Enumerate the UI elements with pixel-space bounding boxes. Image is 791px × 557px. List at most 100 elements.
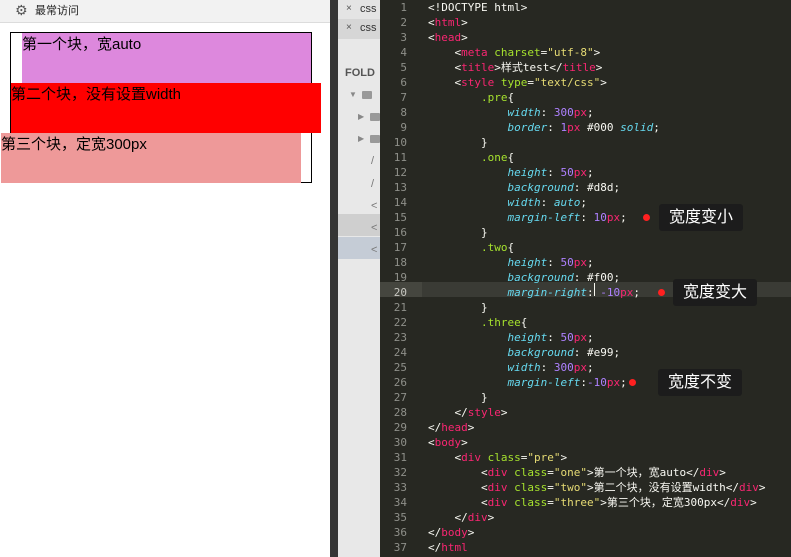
- gear-icon[interactable]: ⚙: [15, 2, 28, 20]
- code-line[interactable]: <div class="three">第三个块，定宽300px</div>: [428, 495, 757, 510]
- code-line[interactable]: height: 50px;: [428, 165, 593, 180]
- line-number: 29: [393, 421, 407, 434]
- annotation-label: 宽度变大: [673, 279, 758, 306]
- annotation-dot: [658, 289, 665, 296]
- code-line[interactable]: </div>: [428, 510, 494, 525]
- line-number: 17: [393, 241, 407, 254]
- line-number: 4: [400, 46, 407, 59]
- line-number: 16: [393, 226, 407, 239]
- code-line[interactable]: width: 300px;: [428, 105, 593, 120]
- annotation-dot: [643, 214, 650, 221]
- file-row[interactable]: /: [371, 155, 374, 167]
- file-row[interactable]: <: [371, 200, 377, 212]
- bookmark-most-visited[interactable]: 最常访问: [35, 4, 79, 18]
- line-number: 7: [400, 91, 407, 104]
- code-line[interactable]: .pre{: [428, 90, 514, 105]
- close-icon[interactable]: ×: [346, 22, 352, 33]
- folders-heading: FOLD: [345, 67, 375, 79]
- folder-icon[interactable]: [370, 135, 380, 143]
- code-line[interactable]: </style>: [428, 405, 507, 420]
- window-divider: [330, 0, 338, 557]
- line-number: 20: [393, 286, 407, 299]
- code-line[interactable]: <div class="pre">: [428, 450, 567, 465]
- block-one-text: 第一个块，宽auto: [22, 36, 142, 53]
- line-number: 14: [393, 196, 407, 209]
- code-line[interactable]: height: 50px;: [428, 255, 593, 270]
- file-row[interactable]: /: [371, 178, 374, 190]
- code-editor[interactable]: 1 2 3 4 5 6 7 8 9 10 11 12 13 14 15 16 17 18 19 20 21 22 23 24 2…: [380, 0, 791, 557]
- line-number: 2: [400, 16, 407, 29]
- chevron-down-icon[interactable]: ▼: [349, 90, 357, 99]
- editor-sidebar: × css × css FOLD ▼ ▶ ▶ / / < < <: [338, 0, 380, 557]
- code-line[interactable]: }: [428, 390, 488, 405]
- line-number: 18: [393, 256, 407, 269]
- folder-icon[interactable]: [362, 91, 372, 99]
- file-tab[interactable]: × css: [338, 19, 380, 39]
- code-line[interactable]: }: [428, 300, 488, 315]
- code-line[interactable]: border: 1px #000 solid;: [428, 120, 659, 135]
- bookmarks-bar: ⚙ 最常访问: [0, 0, 330, 23]
- code-line[interactable]: }: [428, 135, 488, 150]
- chevron-right-icon[interactable]: ▶: [358, 134, 364, 143]
- line-number: 11: [393, 151, 407, 164]
- line-number: 10: [393, 136, 407, 149]
- code-line[interactable]: <div class="one">第一个块，宽auto</div>: [428, 465, 726, 480]
- line-number: 21: [393, 301, 407, 314]
- code-line[interactable]: </html: [428, 540, 468, 555]
- code-line[interactable]: .two{: [428, 240, 514, 255]
- file-row[interactable]: <: [371, 222, 377, 234]
- block-one: 第一个块，宽auto: [22, 33, 311, 83]
- chevron-right-icon[interactable]: ▶: [358, 112, 364, 121]
- annotation-dot: [629, 379, 636, 386]
- code-line[interactable]: <div class="two">第二个块，没有设置width</div>: [428, 480, 766, 495]
- text-caret: [594, 283, 595, 296]
- code-line[interactable]: margin-right: -10px;: [428, 285, 639, 300]
- code-line[interactable]: <body>: [428, 435, 468, 450]
- code-line[interactable]: <html>: [428, 15, 468, 30]
- line-number: 23: [393, 331, 407, 344]
- line-number: 28: [393, 406, 407, 419]
- line-number: 15: [393, 211, 407, 224]
- file-tab[interactable]: × css: [338, 0, 380, 20]
- code-line[interactable]: }: [428, 225, 488, 240]
- code-line[interactable]: width: auto;: [428, 195, 587, 210]
- folder-icon[interactable]: [370, 113, 380, 121]
- code-line[interactable]: <title>样式test</title>: [428, 60, 602, 75]
- code-line[interactable]: background: #f00;: [428, 270, 620, 285]
- line-number: 35: [393, 511, 407, 524]
- code-line[interactable]: .three{: [428, 315, 527, 330]
- code-line[interactable]: margin-left:-10px;: [428, 375, 626, 390]
- code-line[interactable]: background: #d8d;: [428, 180, 620, 195]
- line-number: 33: [393, 481, 407, 494]
- line-number: 36: [393, 526, 407, 539]
- code-line[interactable]: <head>: [428, 30, 468, 45]
- code-line[interactable]: <!DOCTYPE html>: [428, 0, 527, 15]
- code-line[interactable]: <style type="text/css">: [428, 75, 606, 90]
- line-number: 12: [393, 166, 407, 179]
- line-number: 30: [393, 436, 407, 449]
- line-number: 24: [393, 346, 407, 359]
- code-line[interactable]: background: #e99;: [428, 345, 620, 360]
- block-two: 第二个块，没有设置width: [11, 83, 321, 133]
- line-number: 27: [393, 391, 407, 404]
- annotation-label: 宽度变小: [659, 204, 744, 231]
- code-line[interactable]: width: 300px;: [428, 360, 593, 375]
- code-line[interactable]: </body>: [428, 525, 474, 540]
- code-line[interactable]: height: 50px;: [428, 330, 593, 345]
- line-number: 31: [393, 451, 407, 464]
- line-number: 8: [400, 106, 407, 119]
- line-number: 3: [400, 31, 407, 44]
- line-number: 32: [393, 466, 407, 479]
- file-row[interactable]: <: [371, 244, 377, 256]
- line-number: 22: [393, 316, 407, 329]
- code-line[interactable]: <meta charset="utf-8">: [428, 45, 600, 60]
- code-line[interactable]: .one{: [428, 150, 514, 165]
- line-number: 5: [400, 61, 407, 74]
- code-line[interactable]: margin-left: 10px;: [428, 210, 626, 225]
- code-line[interactable]: </head>: [428, 420, 474, 435]
- pre-container: 第一个块，宽auto 第二个块，没有设置width 第三个块，定宽300px: [1, 32, 321, 183]
- line-number: 19: [393, 271, 407, 284]
- line-number: 13: [393, 181, 407, 194]
- annotation-label: 宽度不变: [658, 369, 743, 396]
- close-icon[interactable]: ×: [346, 3, 352, 14]
